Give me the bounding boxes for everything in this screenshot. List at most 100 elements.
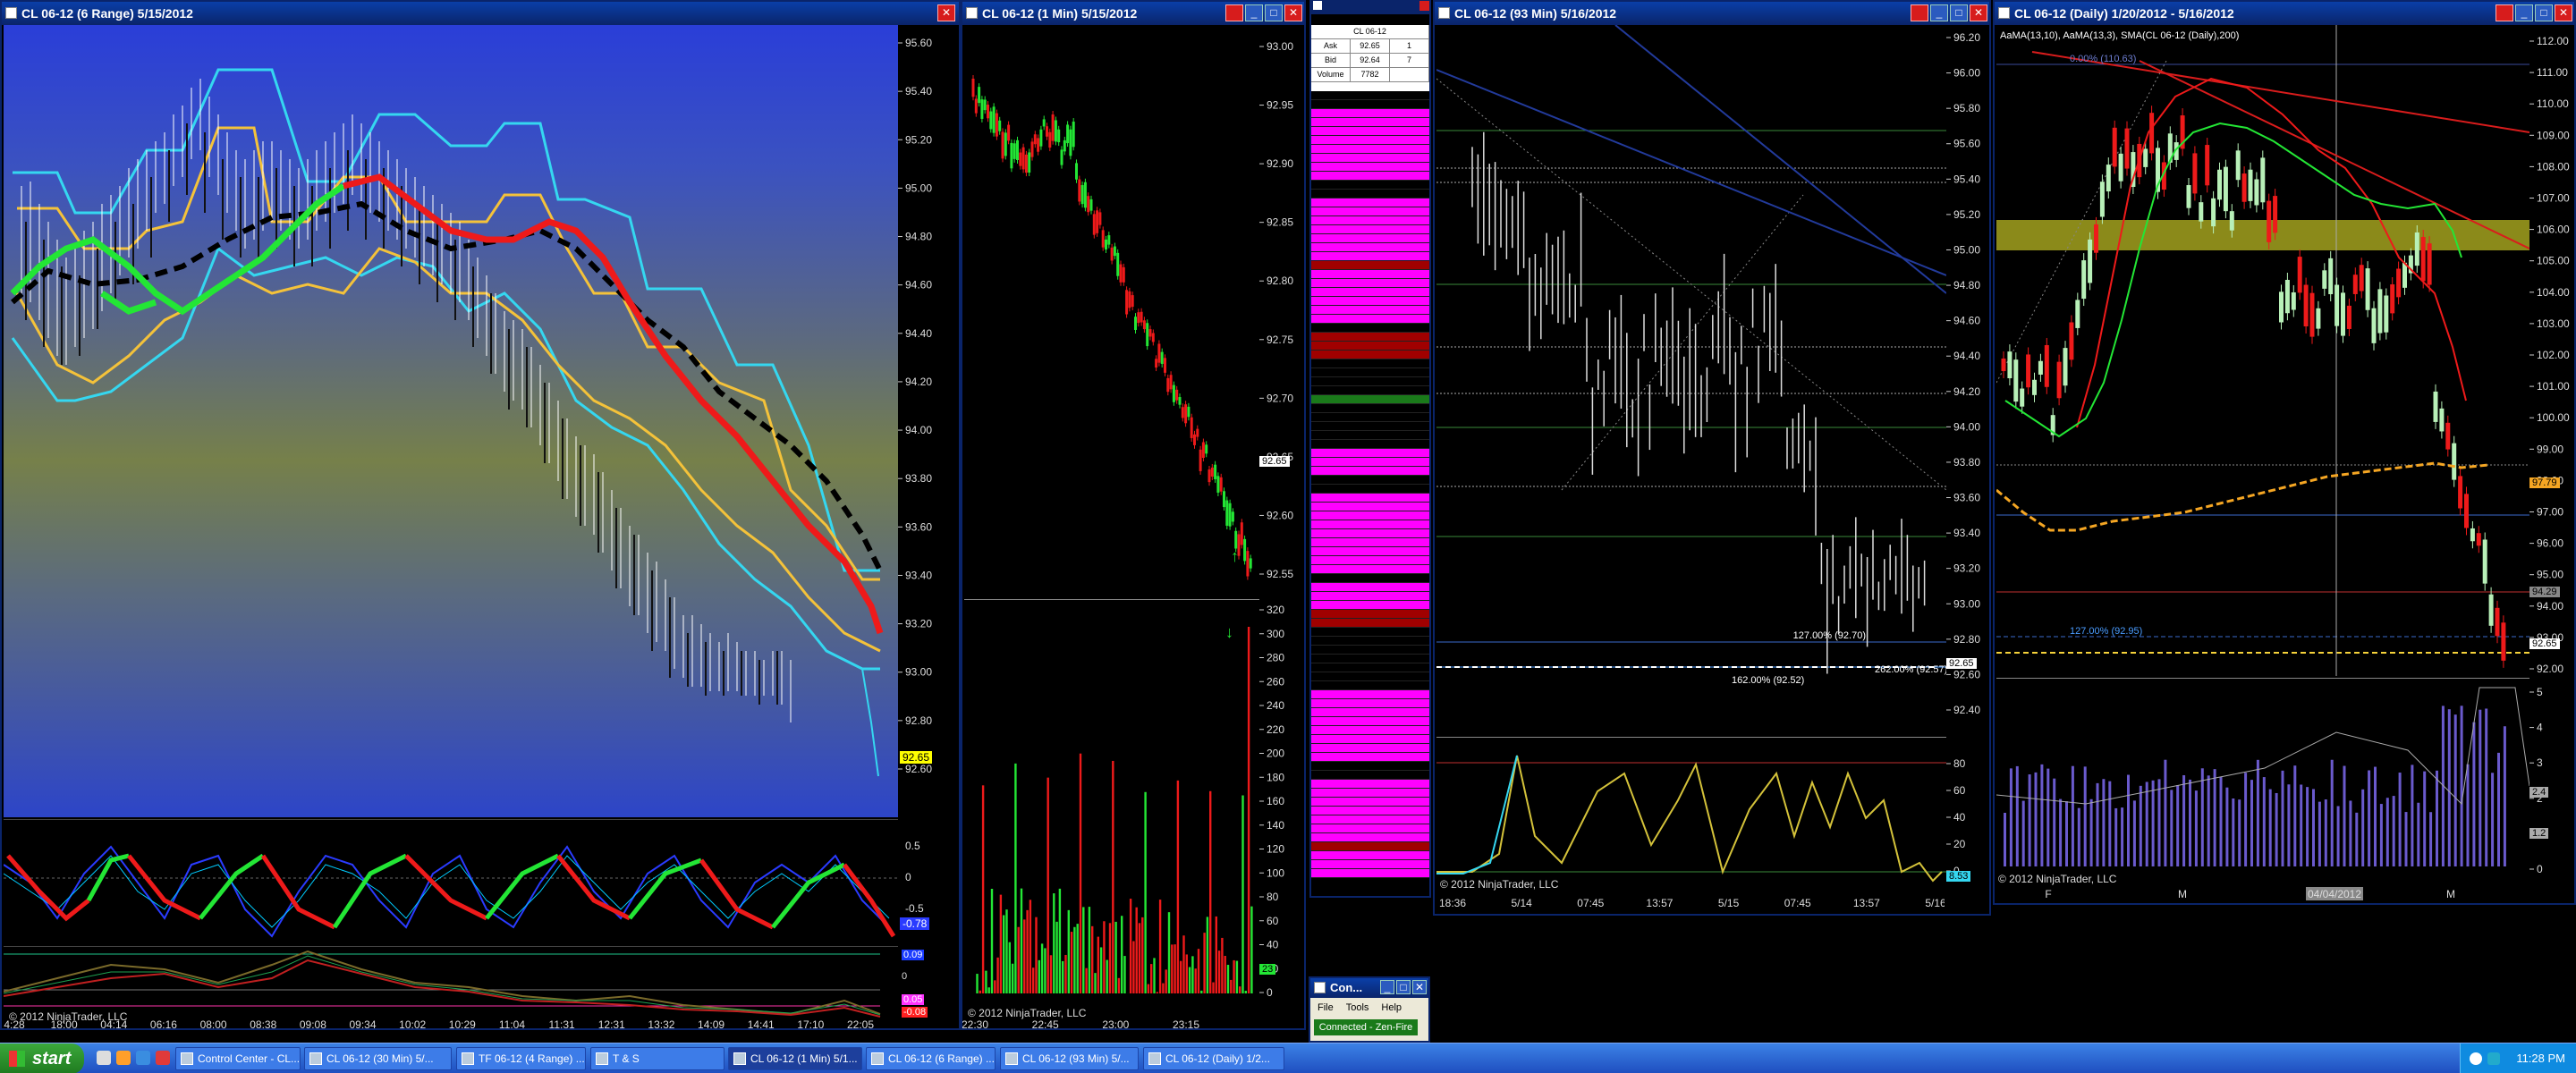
daily-volume-bar (2028, 774, 2031, 866)
min1-window-controls: _ □ ✕ (1225, 4, 1302, 21)
quicklaunch-media-icon[interactable] (156, 1051, 170, 1065)
taskbar-task-button[interactable]: CL 06-12 (6 Range) ... (866, 1047, 996, 1070)
min1-candle (1169, 375, 1173, 390)
range-chart-window[interactable]: CL 06-12 (6 Range) 5/15/2012 ✕ 95.60 95.… (0, 0, 961, 1030)
taskbar-task-button[interactable]: TF 06-12 (4 Range) ... (456, 1047, 586, 1070)
daily-candle (2112, 127, 2117, 167)
daily-price-axis-tick-label: 95.00 (2537, 569, 2563, 581)
range-window-titlebar[interactable]: CL 06-12 (6 Range) 5/15/2012 (2, 2, 959, 25)
daily-window-titlebar[interactable]: CL 06-12 (Daily) 1/20/2012 - 5/16/2012 (1995, 2, 2574, 25)
taskbar-task-button[interactable]: CL 06-12 (93 Min) 5/... (1000, 1047, 1139, 1070)
minimize-button[interactable]: _ (1245, 4, 1263, 21)
min1-candle (1096, 210, 1099, 233)
taskbar-task-button[interactable]: CL 06-12 (1 Min) 5/1... (728, 1047, 862, 1070)
red-indicator-button[interactable] (1911, 4, 1928, 21)
daily-volume-bar (2453, 714, 2457, 866)
min1-price-axis: 93.00 92.95 92.90 92.85 92.80 92.75 92.70 92.65… (1259, 25, 1304, 597)
daily-chart-window[interactable]: CL 06-12 (Daily) 1/20/2012 - 5/16/2012 _… (1993, 0, 2576, 905)
min1-candle (1146, 323, 1149, 347)
min1-volume-pane[interactable]: ↓ (964, 599, 1259, 1001)
range-time-axis-tick-label: 11:04 (499, 1018, 525, 1030)
close-button[interactable]: ✕ (2555, 4, 2572, 21)
min1-candle (1157, 343, 1161, 363)
daily-volume-bar (2411, 765, 2414, 866)
minimize-button[interactable]: _ (1930, 4, 1948, 21)
min1-candle (1069, 129, 1072, 156)
volume-icon[interactable] (2487, 1052, 2500, 1065)
tape-row (1311, 511, 1429, 520)
min1-price-pane[interactable]: ↑ (964, 25, 1259, 597)
menu-file[interactable]: File (1318, 1000, 1334, 1016)
close-button[interactable]: ✕ (1970, 4, 1987, 21)
control-center-window[interactable]: Con... _ □ ✕ File Tools Help Connected -… (1309, 976, 1430, 1043)
start-button[interactable]: start (0, 1043, 84, 1073)
taskbar-task-button[interactable]: Control Center - CL... (175, 1047, 301, 1070)
maximize-button[interactable]: □ (1265, 4, 1283, 21)
last-drop-line (861, 668, 879, 777)
min1-candle (1072, 122, 1075, 148)
minimize-button[interactable]: _ (2515, 4, 2533, 21)
min1-volume-bar (1026, 909, 1029, 993)
daily-volume-bar (2330, 759, 2334, 866)
min1-candle (1142, 320, 1146, 330)
close-button[interactable]: ✕ (937, 4, 955, 21)
range-oscillator-pane[interactable] (4, 819, 898, 944)
network-icon[interactable] (2470, 1052, 2482, 1065)
min93-price-axis-tick-label: 95.40 (1953, 173, 1980, 185)
min93-oscillator-pane[interactable] (1436, 737, 1946, 889)
menu-tools[interactable]: Tools (1346, 1000, 1369, 1016)
maximize-button[interactable]: □ (1950, 4, 1968, 21)
slow-moving-average (11, 200, 883, 572)
tape-row (1311, 145, 1429, 154)
minimize-button[interactable]: _ (1380, 980, 1394, 994)
daily-candle (2267, 200, 2272, 242)
taskbar-task-button[interactable]: T & S (590, 1047, 724, 1070)
close-button[interactable]: ✕ (1284, 4, 1302, 21)
daily-candle (2235, 150, 2241, 181)
min93-price-pane[interactable]: 127.00% (92.70) 162.00% (92.52) 262.00% (9… (1436, 25, 1946, 735)
min1-volume-bar (1147, 984, 1150, 993)
daily-candle (2328, 258, 2334, 295)
min1-volume-plot (976, 627, 1253, 993)
red-indicator-button[interactable] (2496, 4, 2513, 21)
min1-volume-bar (1097, 936, 1099, 993)
daily-candle (2007, 351, 2012, 379)
taskbar-task-button[interactable]: CL 06-12 (30 Min) 5/... (304, 1047, 452, 1070)
daily-candle (2229, 211, 2234, 231)
daily-slow-aama-line (2004, 122, 2462, 438)
quicklaunch-app-icon[interactable] (116, 1051, 131, 1065)
daily-candle (2458, 476, 2463, 509)
maximize-button[interactable]: □ (2535, 4, 2553, 21)
min93-window-titlebar[interactable]: CL 06-12 (93 Min) 5/16/2012 (1435, 2, 1989, 25)
range-price-axis-tick-label: 95.20 (905, 133, 932, 146)
range-price-pane[interactable] (4, 25, 898, 817)
maximize-button[interactable]: □ (1396, 980, 1411, 994)
daily-volume-bar (2374, 766, 2377, 866)
menu-help[interactable]: Help (1381, 1000, 1402, 1016)
red-indicator-button[interactable] (1225, 4, 1243, 21)
range-candles (21, 79, 792, 722)
min1-volume-axis-tick-label: 280 (1267, 652, 1284, 664)
min1-volume-bar (1144, 791, 1147, 993)
min1-candle (1160, 351, 1164, 364)
daily-candle (2026, 354, 2031, 388)
range-oscillator2-pane[interactable] (4, 946, 898, 1027)
taskbar-task-button[interactable]: CL 06-12 (Daily) 1/2... (1143, 1047, 1284, 1070)
quicklaunch-desktop-icon[interactable] (136, 1051, 150, 1065)
quicklaunch-browser-icon[interactable] (97, 1051, 111, 1065)
daily-volume-pane[interactable] (1996, 678, 2529, 874)
min1-chart-window[interactable]: CL 06-12 (1 Min) 5/15/2012 _ □ ✕ ↑ 93.00… (961, 0, 1306, 1030)
close-button[interactable]: ✕ (1412, 980, 1427, 994)
min93-chart-window[interactable]: CL 06-12 (93 Min) 5/16/2012 _ □ ✕ 127.00… (1433, 0, 1991, 916)
tape-row (1311, 520, 1429, 529)
range-time-axis-tick-label: 08:00 (200, 1018, 227, 1030)
min93-osc-line-cyan (1436, 755, 1518, 874)
min1-candle (1187, 406, 1191, 418)
time-and-sales-window[interactable]: CL 06-12 Ask 92.65 1 Bid 92.64 7 Volume 7782 (1309, 13, 1431, 898)
daily-price-pane[interactable]: AaMA(13,10), AaMA(13,3), SMA(CL 06-12 (D… (1996, 25, 2529, 676)
tape-row (1311, 333, 1429, 342)
tape-close-button[interactable] (1419, 1, 1429, 11)
tape-row (1311, 91, 1429, 100)
min93-price-axis-tick-label: 94.60 (1953, 315, 1980, 327)
tape-window-titlebar[interactable] (1309, 0, 1431, 13)
